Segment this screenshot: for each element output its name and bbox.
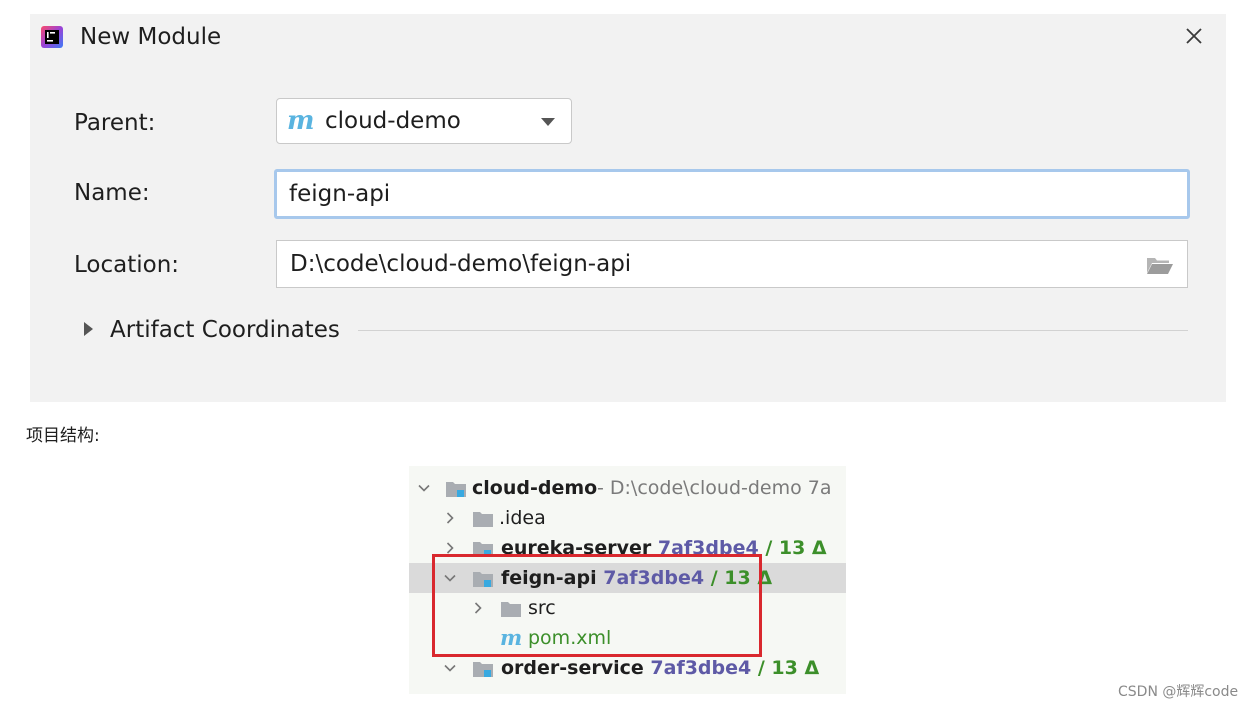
name-input[interactable] [274,169,1190,219]
location-value: D:\code\cloud-demo\feign-api [290,251,632,277]
new-module-dialog: New Module Parent: m cloud-demo Name: Lo… [30,14,1226,402]
section-divider [358,330,1188,331]
chevron-right-icon [474,602,482,614]
commit-hash: 7af3dbe4 [657,537,759,559]
tree-item-label: eureka-server 7af3dbe4 / 13 Δ [501,537,827,559]
chevron-down-icon [444,664,456,672]
commit-hash: 7af3dbe4 [650,657,752,679]
tree-item-label: order-service 7af3dbe4 / 13 Δ [501,657,819,679]
close-icon [1186,28,1202,44]
tree-item-cloud-demo[interactable]: cloud-demo - D:\code\cloud-demo 7a [409,473,846,503]
name-label: Name: [74,180,150,206]
location-label: Location: [74,252,180,278]
change-count: / 13 Δ [710,567,773,589]
chevron-down-icon [541,118,555,126]
tree-item-label: cloud-demo [472,477,598,499]
parent-select-value: cloud-demo [325,108,461,134]
module-name: eureka-server [501,537,652,559]
artifact-coordinates-toggle[interactable]: Artifact Coordinates [82,314,1188,346]
location-input[interactable]: D:\code\cloud-demo\feign-api [276,240,1188,288]
tree-item-label: src [528,597,556,619]
intellij-icon [41,26,63,48]
dialog-title: New Module [80,24,222,50]
chevron-right-icon [446,542,454,554]
module-folder-icon [446,482,466,497]
chevron-right-icon [446,512,454,524]
parent-select[interactable]: m cloud-demo [276,98,572,144]
module-name: feign-api [501,567,597,589]
tree-item-idea[interactable]: .idea [409,503,846,533]
tree-item-feign-api[interactable]: feign-api 7af3dbe4 / 13 Δ [409,563,846,593]
maven-icon: m [287,106,315,136]
tree-item-src[interactable]: src [409,593,846,623]
module-folder-icon [473,572,493,587]
tree-item-label: .idea [499,507,546,529]
folder-open-icon[interactable] [1145,253,1175,277]
tree-item-path: - D:\code\cloud-demo 7a [597,477,832,499]
watermark: CSDN @辉辉code [1118,684,1239,700]
tree-item-eureka-server[interactable]: eureka-server 7af3dbe4 / 13 Δ [409,533,846,563]
module-folder-icon [473,542,493,557]
module-name: order-service [501,657,644,679]
tree-item-label: feign-api 7af3dbe4 / 13 Δ [501,567,772,589]
tree-item-order-service[interactable]: order-service 7af3dbe4 / 13 Δ [409,653,846,683]
commit-hash: 7af3dbe4 [603,567,705,589]
artifact-coordinates-label: Artifact Coordinates [110,317,340,343]
folder-icon [501,602,521,617]
tree-item-pom-xml[interactable]: m pom.xml [409,623,846,653]
close-button[interactable] [1180,22,1208,50]
change-count: / 13 Δ [757,657,820,679]
chevron-right-icon [84,322,93,336]
project-tree: cloud-demo - D:\code\cloud-demo 7a .idea… [409,466,846,694]
caption-text: 项目结构: [26,426,100,446]
chevron-down-icon [444,574,456,582]
module-folder-icon [473,662,493,677]
maven-icon: m [500,625,523,650]
parent-label: Parent: [74,110,156,136]
folder-icon [473,512,493,527]
chevron-down-icon [418,484,430,492]
change-count: / 13 Δ [765,537,827,559]
tree-item-label: pom.xml [528,627,612,649]
